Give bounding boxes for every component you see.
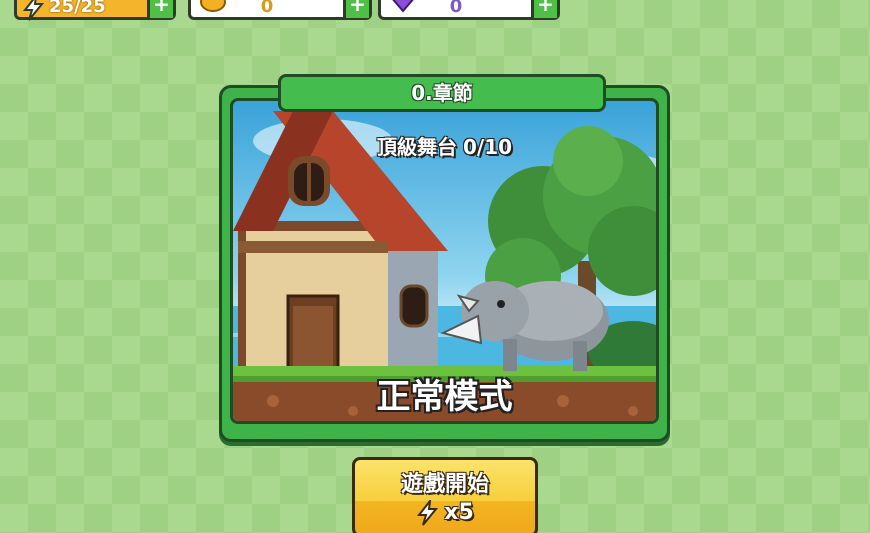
coin-icon <box>200 0 226 12</box>
start-game-button[interactable]: 遊戲開始 x5 <box>352 457 538 533</box>
lightning-icon <box>417 500 439 526</box>
gold-counter: 0 + <box>188 0 372 20</box>
stage-progress: 0/10 <box>462 135 513 159</box>
add-gem-button[interactable]: + <box>531 0 557 18</box>
lightning-icon <box>22 0 45 21</box>
energy-cost: x5 <box>355 500 535 526</box>
stage-name: 頂級舞台 <box>376 135 457 159</box>
energy-cost-value: x5 <box>444 500 474 525</box>
gem-icon <box>392 0 414 13</box>
difficulty-mode-label: 正常模式 <box>376 377 513 417</box>
stage-title: 頂級舞台 0/10 <box>233 131 656 160</box>
chapter-header: 0.章節 <box>278 74 606 112</box>
add-gold-button[interactable]: + <box>343 0 369 18</box>
add-energy-button[interactable]: + <box>147 0 173 18</box>
energy-counter: 25/25 + <box>14 0 176 21</box>
gem-counter: 0 + <box>378 0 560 20</box>
stage-card[interactable]: 頂級舞台 0/10 正常模式 <box>219 85 670 442</box>
start-game-label: 遊戲開始 <box>400 472 489 497</box>
stage-preview[interactable]: 頂級舞台 0/10 正常模式 <box>230 98 659 424</box>
chapter-title: 章節 <box>432 81 473 105</box>
chapter-number: 0. <box>411 81 433 105</box>
